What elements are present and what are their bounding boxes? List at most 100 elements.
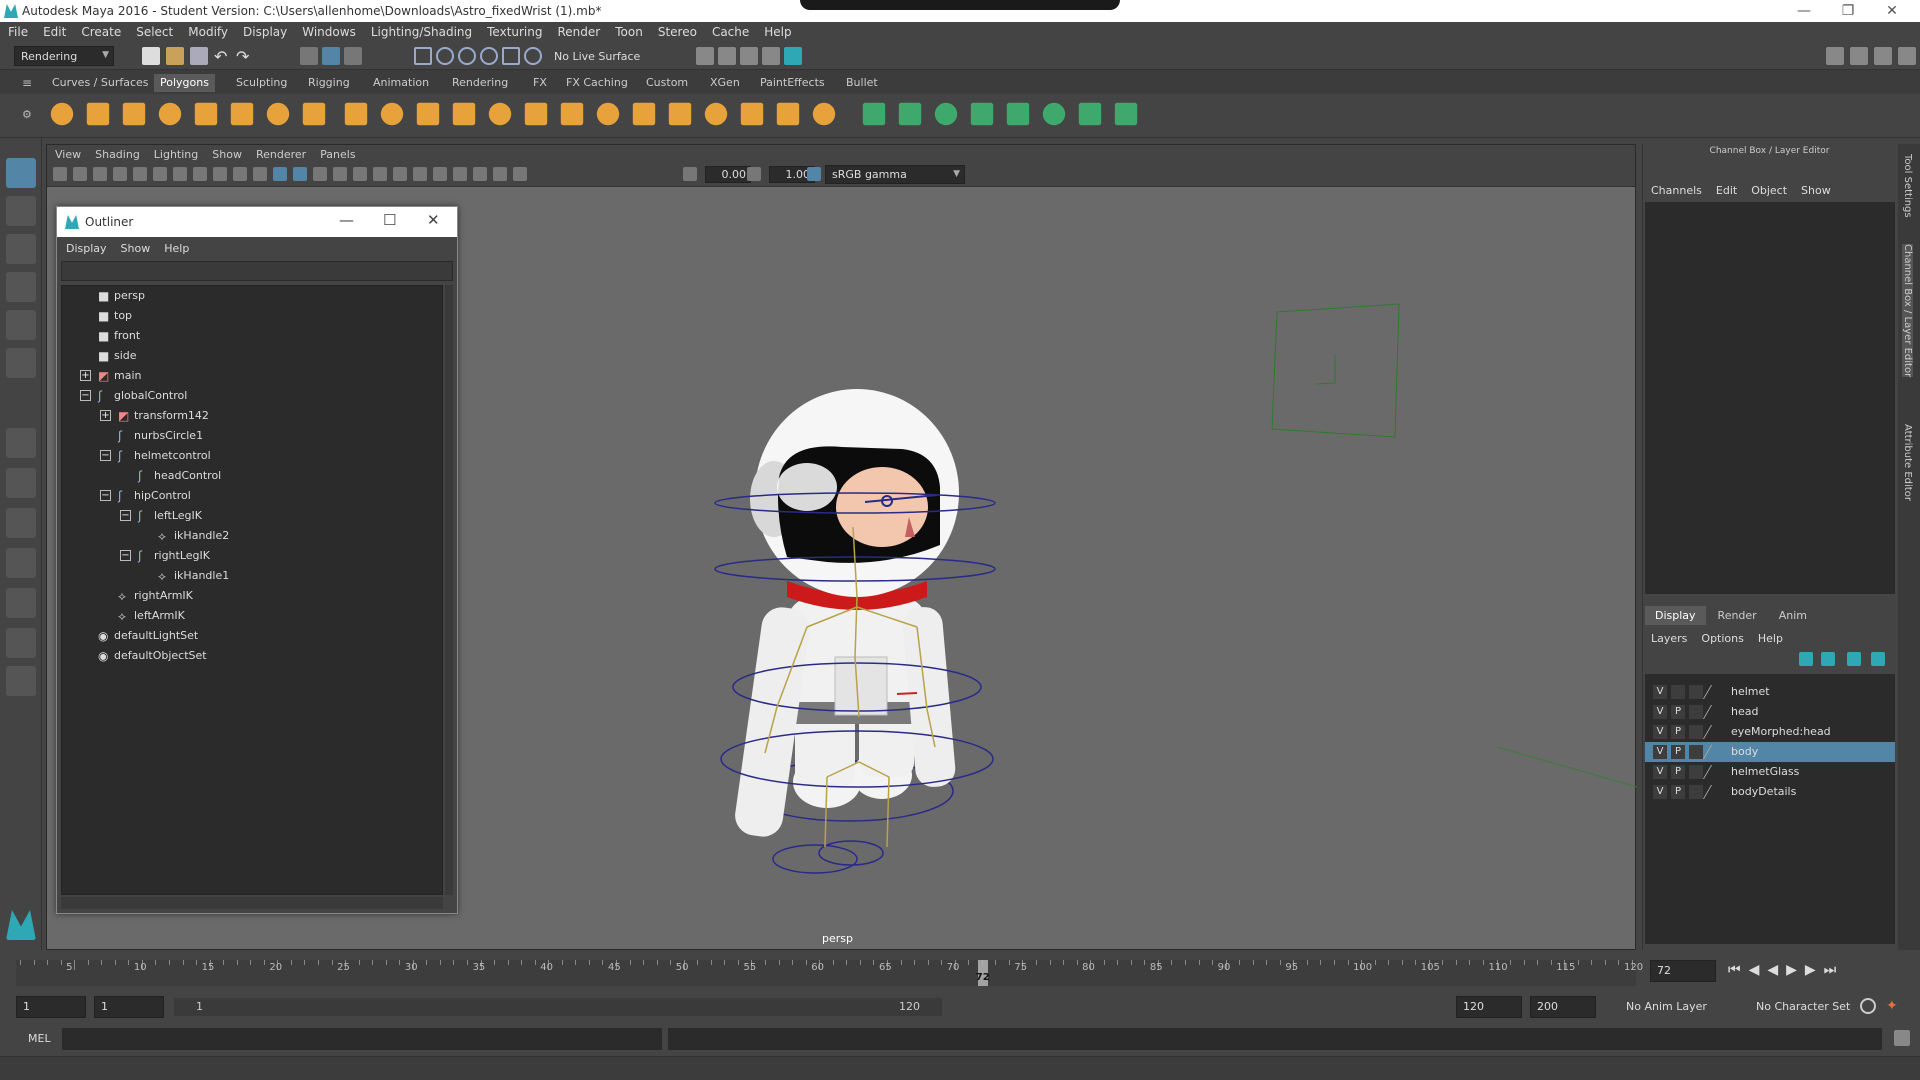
- layer-tab-render[interactable]: Render: [1708, 606, 1767, 625]
- outliner-window[interactable]: Outliner — ☐ ✕ Display Show Help ■ persp ■ to…: [56, 206, 458, 914]
- menu-windows[interactable]: Windows: [302, 25, 356, 39]
- outliner-row-side[interactable]: ■ side: [62, 346, 442, 366]
- select-object-icon[interactable]: [322, 47, 340, 65]
- expand-icon[interactable]: +: [80, 370, 91, 381]
- shelf-target-weld-icon[interactable]: [776, 102, 800, 126]
- viewport-image-plane-icon[interactable]: [113, 167, 127, 181]
- viewport-aa-icon[interactable]: [413, 167, 427, 181]
- outliner-search-field[interactable]: [61, 261, 453, 281]
- viewport-default-material-icon[interactable]: [313, 167, 327, 181]
- persp-outliner-layout-icon[interactable]: [6, 508, 36, 538]
- shelf-tab-animation[interactable]: Animation: [367, 74, 435, 92]
- shelf-smooth-icon[interactable]: [416, 102, 440, 126]
- viewport-safe-title-icon[interactable]: [253, 167, 267, 181]
- layer-playback-toggle[interactable]: P: [1671, 725, 1685, 739]
- new-empty-layer-icon[interactable]: [1847, 652, 1861, 666]
- channel-box-menu-show[interactable]: Show: [1801, 184, 1831, 197]
- outliner-row-top[interactable]: ■ top: [62, 306, 442, 326]
- outliner-tree[interactable]: ■ persp ■ top ■ front ■ side + ◩ main − ʃ globalContr…: [61, 285, 443, 895]
- anim-layer-dropdown[interactable]: No Anim Layer: [1626, 1000, 1707, 1013]
- shelf-tab-polygons[interactable]: Polygons: [154, 74, 215, 92]
- viewport-use-lights-icon[interactable]: [353, 167, 367, 181]
- viewport-shadows-icon[interactable]: [373, 167, 387, 181]
- menu-modify[interactable]: Modify: [188, 25, 228, 39]
- range-slider-bar[interactable]: 1 120: [174, 998, 942, 1016]
- shelf-transfer-icon[interactable]: [1114, 102, 1138, 126]
- shelf-unfold-icon[interactable]: [1042, 102, 1066, 126]
- viewport-grid-icon[interactable]: [133, 167, 147, 181]
- shelf-torus-icon[interactable]: [230, 102, 254, 126]
- outliner-row-main[interactable]: + ◩ main: [62, 366, 442, 386]
- start-time-field[interactable]: 1: [16, 996, 86, 1018]
- outliner-row-nurbscircle1[interactable]: ʃ nurbsCircle1: [62, 426, 442, 446]
- shelf-cube-icon[interactable]: [86, 102, 110, 126]
- minimize-icon[interactable]: —: [1790, 1, 1818, 21]
- render-frame-icon[interactable]: [718, 47, 736, 65]
- ipr-render-icon[interactable]: [740, 47, 758, 65]
- character-set-dropdown[interactable]: No Character Set: [1756, 1000, 1850, 1013]
- collapse-icon[interactable]: −: [120, 510, 131, 521]
- channel-box-menu-edit[interactable]: Edit: [1716, 184, 1737, 197]
- snap-point-icon[interactable]: [458, 47, 476, 65]
- outliner-row-helmetcontrol[interactable]: − ʃ helmetcontrol: [62, 446, 442, 466]
- four-view-layout-icon[interactable]: [6, 468, 36, 498]
- side-tab-tool-settings[interactable]: Tool Settings: [1902, 154, 1913, 218]
- shelf-fill-hole-icon[interactable]: [668, 102, 692, 126]
- live-surface-label[interactable]: No Live Surface: [554, 50, 640, 63]
- outliner-row-front[interactable]: ■ front: [62, 326, 442, 346]
- layer-visibility-toggle[interactable]: V: [1653, 785, 1667, 799]
- command-input[interactable]: [62, 1028, 662, 1050]
- auto-key-icon[interactable]: [1860, 998, 1876, 1014]
- shelf-spherical-map-icon[interactable]: [970, 102, 994, 126]
- side-tab-attribute-editor[interactable]: Attribute Editor: [1902, 424, 1913, 501]
- hypershade-layout-icon[interactable]: [6, 588, 36, 618]
- save-scene-icon[interactable]: [190, 47, 208, 65]
- layer-color-swatch[interactable]: [1702, 745, 1726, 759]
- viewport-color-management-icon[interactable]: [807, 167, 821, 181]
- layer-color-swatch[interactable]: [1702, 685, 1726, 699]
- layer-row-helmet[interactable]: Vhelmet: [1645, 682, 1895, 702]
- menu-help[interactable]: Help: [764, 25, 791, 39]
- shelf-separate-icon[interactable]: [380, 102, 404, 126]
- outliner-row-leftarmik[interactable]: ⟡ leftArmIK: [62, 606, 442, 626]
- viewport-bookmark-icon[interactable]: [93, 167, 107, 181]
- shelf-plane-icon[interactable]: [194, 102, 218, 126]
- shelf-extrude-icon[interactable]: [488, 102, 512, 126]
- viewport-ao-icon[interactable]: [393, 167, 407, 181]
- close-icon[interactable]: ✕: [1878, 1, 1906, 21]
- collapse-icon[interactable]: −: [100, 450, 111, 461]
- viewport-menu-show[interactable]: Show: [212, 148, 242, 161]
- outliner-row-ikhandle1[interactable]: ⟡ ikHandle1: [62, 566, 442, 586]
- shelf-tab-custom[interactable]: Custom: [640, 74, 694, 92]
- layer-display-type-toggle[interactable]: [1689, 785, 1703, 799]
- select-tool-icon[interactable]: [6, 158, 36, 188]
- snap-vertex-icon[interactable]: [524, 47, 542, 65]
- outliner-menu-display[interactable]: Display: [66, 242, 107, 255]
- paint-select-tool-icon[interactable]: [6, 234, 36, 264]
- outliner-titlebar[interactable]: Outliner — ☐ ✕: [57, 207, 457, 237]
- colorspace-dropdown[interactable]: sRGB gamma ▼: [825, 165, 965, 184]
- layout-icon-3[interactable]: [1874, 47, 1892, 65]
- playback-controls[interactable]: ⏮◀︎◀︎▶︎▶︎⏭: [1728, 962, 1844, 978]
- viewport-resolution-gate-icon[interactable]: [173, 167, 187, 181]
- outliner-row-globalcontrol[interactable]: − ʃ globalControl: [62, 386, 442, 406]
- outliner-row-rightarmik[interactable]: ⟡ rightArmIK: [62, 586, 442, 606]
- current-frame-field[interactable]: 72: [1650, 960, 1716, 982]
- viewport-dof-icon[interactable]: [433, 167, 447, 181]
- layer-row-bodydetails[interactable]: V PbodyDetails: [1645, 782, 1895, 802]
- layer-display-type-toggle[interactable]: [1689, 725, 1703, 739]
- snap-grid-icon[interactable]: [414, 47, 432, 65]
- viewport-menu-shading[interactable]: Shading: [95, 148, 140, 161]
- outliner-menu-show[interactable]: Show: [121, 242, 151, 255]
- shelf-tab-fx-caching[interactable]: FX Caching: [560, 74, 634, 92]
- shelf-tab-sculpting[interactable]: Sculpting: [230, 74, 293, 92]
- snap-curve-icon[interactable]: [436, 47, 454, 65]
- outliner-horizontal-scrollbar[interactable]: [61, 897, 443, 909]
- layer-playback-toggle[interactable]: P: [1671, 785, 1685, 799]
- select-hierarchy-icon[interactable]: [300, 47, 318, 65]
- undo-icon[interactable]: ↶: [214, 47, 232, 66]
- viewport-gate-mask-icon[interactable]: [193, 167, 207, 181]
- outliner-vertical-scrollbar[interactable]: [445, 285, 453, 895]
- shelf-merge-icon[interactable]: [596, 102, 620, 126]
- channel-box-menu-object[interactable]: Object: [1751, 184, 1787, 197]
